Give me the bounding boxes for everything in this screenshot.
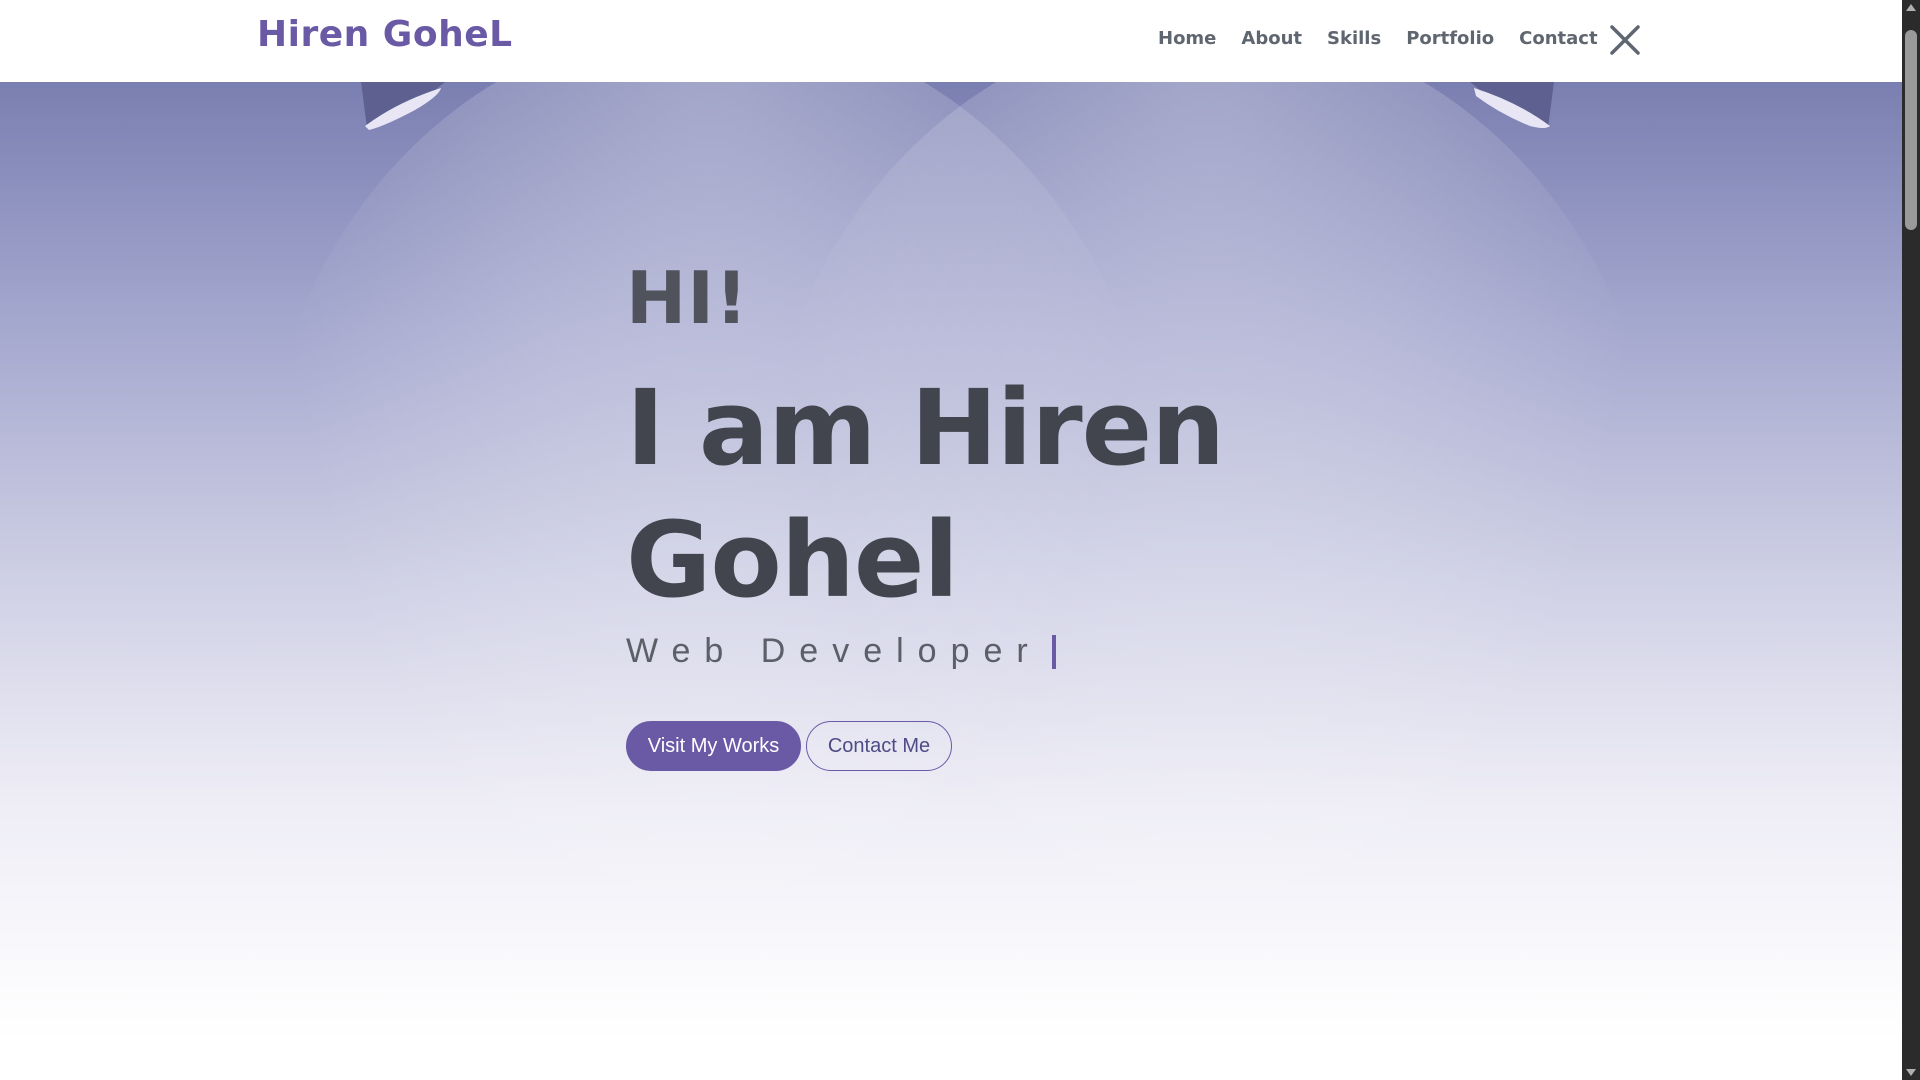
hero-content: HI! I am Hiren Gohel Web Developer Visit… (626, 262, 1526, 771)
nav-item-portfolio[interactable]: Portfolio (1406, 28, 1494, 49)
role-subtitle: Web Developer (626, 632, 1526, 671)
nav-item-about[interactable]: About (1241, 28, 1302, 49)
scroll-down-icon[interactable] (1906, 1069, 1916, 1076)
vertical-scrollbar[interactable] (1902, 0, 1920, 1080)
typing-cursor (1051, 634, 1056, 669)
headline-line-2: Gohel (626, 499, 959, 621)
role-text: Web Developer (626, 632, 1042, 670)
spotlight-left-icon (361, 82, 445, 130)
scroll-up-icon[interactable] (1906, 4, 1916, 11)
site-header: Hiren GoheL Home About Skills Portfolio … (0, 0, 1902, 82)
hero-headline: I am Hiren Gohel (626, 362, 1526, 626)
nav-item-contact[interactable]: Contact (1519, 28, 1597, 49)
spotlight-right-icon (1470, 82, 1554, 128)
main-nav: Home About Skills Portfolio Contact (1158, 28, 1623, 49)
scroll-thumb[interactable] (1905, 30, 1917, 230)
headline-line-1: I am Hiren (626, 367, 1225, 489)
page: Hiren GoheL Home About Skills Portfolio … (0, 0, 1902, 1080)
hero-section: HI! I am Hiren Gohel Web Developer Visit… (0, 82, 1902, 1080)
hero-buttons: Visit My Works Contact Me (626, 721, 1526, 771)
greeting-text: HI! (626, 256, 749, 340)
nav-item-skills[interactable]: Skills (1327, 28, 1381, 49)
nav-item-home[interactable]: Home (1158, 28, 1216, 49)
close-icon[interactable] (1608, 23, 1642, 57)
site-logo[interactable]: Hiren GoheL (257, 14, 513, 55)
visit-works-button[interactable]: Visit My Works (626, 721, 801, 771)
contact-me-button[interactable]: Contact Me (806, 721, 952, 771)
